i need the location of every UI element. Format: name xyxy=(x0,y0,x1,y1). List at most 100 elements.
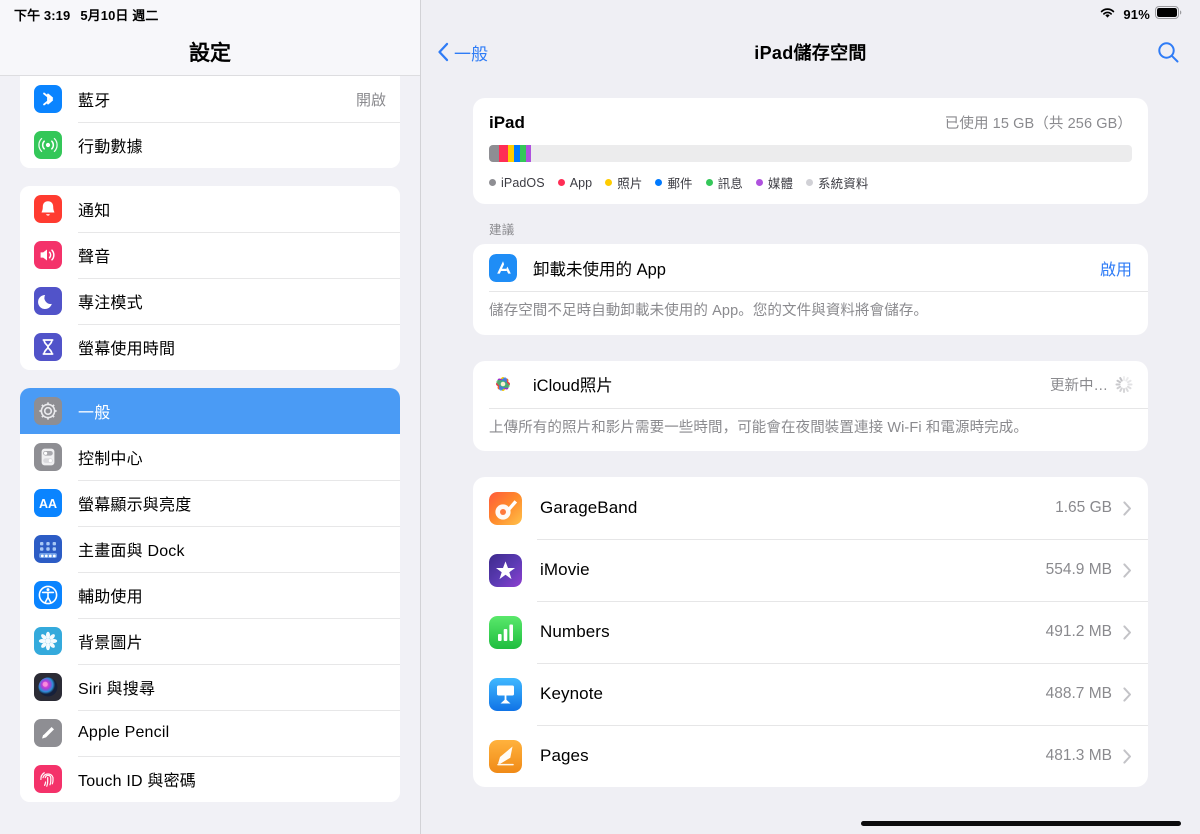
offload-apps-label: 卸載未使用的 App xyxy=(533,260,666,279)
app-name: Numbers xyxy=(540,622,610,642)
sidebar-scroll-area[interactable]: 藍牙 開啟行動數據通知聲音專注模式螢幕使用時間一般控制中心 AA 螢幕顯示與亮度 主畫面… xyxy=(0,76,420,834)
legend-dot xyxy=(489,179,496,186)
legend-label: iPadOS xyxy=(501,175,545,190)
recommendation-section-title: 建議 xyxy=(489,223,515,237)
icloud-photos-description: 上傳所有的照片和影片需要一些時間，可能會在夜間裝置連接 Wi-Fi 和電源時完成… xyxy=(473,407,1148,452)
legend-label: 郵件 xyxy=(667,177,693,191)
enable-offload-button[interactable]: 啟用 xyxy=(1100,256,1132,280)
app-size: 554.9 MB xyxy=(1045,561,1112,579)
storage-legend: iPadOS App 照片 郵件 訊息 媒體 系統資料 xyxy=(489,173,1132,192)
numbers-icon xyxy=(489,615,522,649)
sidebar-group: 藍牙 開啟行動數據 xyxy=(20,76,400,168)
sidebar-status-bar: 下午 3:19 5月10日 週二 xyxy=(0,0,420,28)
device-name: iPad xyxy=(489,113,525,132)
moon-icon xyxy=(34,287,62,315)
svg-text:AA: AA xyxy=(39,497,57,511)
sidebar-item-label: 專注模式 xyxy=(78,295,143,312)
speaker-icon xyxy=(34,241,62,269)
legend-label: 訊息 xyxy=(717,177,743,191)
sidebar-item-5-2[interactable]: 背景圖片 xyxy=(20,618,400,664)
sidebar-item-2-2[interactable]: AA 螢幕顯示與亮度 xyxy=(20,480,400,526)
icloud-photos-row[interactable]: iCloud照片 更新中… xyxy=(473,361,1148,408)
wifi-icon xyxy=(1099,6,1116,22)
sidebar-item-label: 主畫面與 Dock xyxy=(78,543,185,560)
chevron-right-icon xyxy=(1123,501,1132,516)
icloud-photos-status: 更新中… xyxy=(1050,377,1108,394)
offload-apps-description: 儲存空間不足時自動卸載未使用的 App。您的文件與資料將會儲存。 xyxy=(473,291,1148,335)
activity-spinner-icon xyxy=(1115,375,1132,393)
sidebar-item-8-2[interactable]: Touch ID 與密碼 xyxy=(20,756,400,802)
app-store-icon xyxy=(489,253,517,282)
sidebar-item-label: 通知 xyxy=(78,203,111,220)
status-date: 5月10日 週二 xyxy=(80,7,159,23)
sidebar-item-3-1[interactable]: 螢幕使用時間 xyxy=(20,324,400,370)
offload-apps-row[interactable]: 卸載未使用的 App 啟用 xyxy=(473,244,1148,291)
app-name: iMovie xyxy=(540,560,590,580)
app-name: GarageBand xyxy=(540,498,638,518)
chevron-right-icon xyxy=(1123,625,1132,640)
toggles-icon xyxy=(34,443,62,471)
sidebar-item-label: 一般 xyxy=(78,405,111,422)
sidebar-item-0-2[interactable]: 一般 xyxy=(20,388,400,434)
sidebar-item-7-2[interactable]: Apple Pencil xyxy=(20,710,400,756)
gear-icon xyxy=(34,397,62,425)
sidebar-item-0-0[interactable]: 藍牙 開啟 xyxy=(20,76,400,122)
storage-usage-card: iPad 已使用 15 GB（共 256 GB） iPadOS App 照片 郵件 訊息… xyxy=(473,98,1148,204)
sidebar-item-label: 藍牙 xyxy=(78,93,111,110)
sidebar-item-1-2[interactable]: 控制中心 xyxy=(20,434,400,480)
settings-sidebar: 下午 3:19 5月10日 週二 設定 藍牙 開啟行動數據通知聲音專注模式螢幕使用… xyxy=(0,0,420,834)
app-storage-row[interactable]: Keynote 488.7 MB xyxy=(473,663,1148,725)
sidebar-title-bar: 設定 xyxy=(0,28,420,76)
detail-title: iPad儲存空間 xyxy=(754,43,867,63)
app-storage-row[interactable]: Pages 481.3 MB xyxy=(473,725,1148,787)
offload-apps-card: 卸載未使用的 App 啟用 儲存空間不足時自動卸載未使用的 App。您的文件與資… xyxy=(473,244,1148,335)
app-size: 481.3 MB xyxy=(1045,747,1112,765)
storage-capacity-label: 已使用 15 GB（共 256 GB） xyxy=(944,116,1132,132)
pages-icon xyxy=(489,739,522,773)
app-storage-row[interactable]: iMovie 554.9 MB xyxy=(473,539,1148,601)
detail-status-bar: 91% xyxy=(421,0,1200,28)
sidebar-item-0-1[interactable]: 通知 xyxy=(20,186,400,232)
sidebar-item-2-1[interactable]: 專注模式 xyxy=(20,278,400,324)
battery-percent-label: 91% xyxy=(1123,6,1150,22)
usage-segment xyxy=(489,145,500,162)
app-storage-row[interactable]: GarageBand 1.65 GB xyxy=(473,477,1148,539)
sidebar-item-1-1[interactable]: 聲音 xyxy=(20,232,400,278)
app-name: Keynote xyxy=(540,684,604,704)
imovie-icon xyxy=(489,553,522,587)
sidebar-item-6-2[interactable]: Siri 與搜尋 xyxy=(20,664,400,710)
app-storage-row[interactable]: Numbers 491.2 MB xyxy=(473,601,1148,663)
legend-dot xyxy=(705,179,713,186)
usage-segment xyxy=(499,145,509,162)
sidebar-item-label: 背景圖片 xyxy=(78,635,143,652)
sidebar-item-4-2[interactable]: 輔助使用 xyxy=(20,572,400,618)
app-size: 1.65 GB xyxy=(1055,499,1112,517)
sidebar-group: 通知聲音專注模式螢幕使用時間 xyxy=(20,186,400,370)
home-indicator xyxy=(861,821,1181,826)
app-storage-list: GarageBand 1.65 GB iMovie 554.9 MB Numbers 49… xyxy=(473,477,1148,788)
search-icon[interactable] xyxy=(1156,40,1180,64)
back-button[interactable]: 一般 xyxy=(437,40,488,65)
legend-item: App xyxy=(557,176,593,190)
cellular-icon xyxy=(34,131,62,159)
legend-item: 系統資料 xyxy=(806,173,868,192)
app-name: Pages xyxy=(540,746,589,766)
app-size: 488.7 MB xyxy=(1045,685,1112,703)
page-title: 設定 xyxy=(189,42,231,65)
icloud-photos-label: iCloud照片 xyxy=(533,377,613,396)
legend-label: 系統資料 xyxy=(818,177,869,191)
photos-icon xyxy=(489,370,517,399)
sidebar-item-1-0[interactable]: 行動數據 xyxy=(20,122,400,168)
text-size-icon: AA xyxy=(34,489,62,517)
wallpaper-icon xyxy=(34,627,62,655)
legend-label: 照片 xyxy=(617,177,643,191)
detail-scroll-area[interactable]: iPad 已使用 15 GB（共 256 GB） iPadOS App 照片 郵件 訊息… xyxy=(421,76,1200,834)
sidebar-item-label: 行動數據 xyxy=(78,139,143,156)
sidebar-item-label: 輔助使用 xyxy=(78,589,143,606)
pencil-icon xyxy=(34,719,62,747)
storage-usage-header: iPad 已使用 15 GB（共 256 GB） xyxy=(489,112,1132,133)
detail-nav-bar: 一般 iPad儲存空間 xyxy=(421,28,1200,76)
sidebar-item-3-2[interactable]: 主畫面與 Dock xyxy=(20,526,400,572)
legend-item: 郵件 xyxy=(655,173,693,192)
sidebar-item-label: 螢幕顯示與亮度 xyxy=(78,497,192,514)
